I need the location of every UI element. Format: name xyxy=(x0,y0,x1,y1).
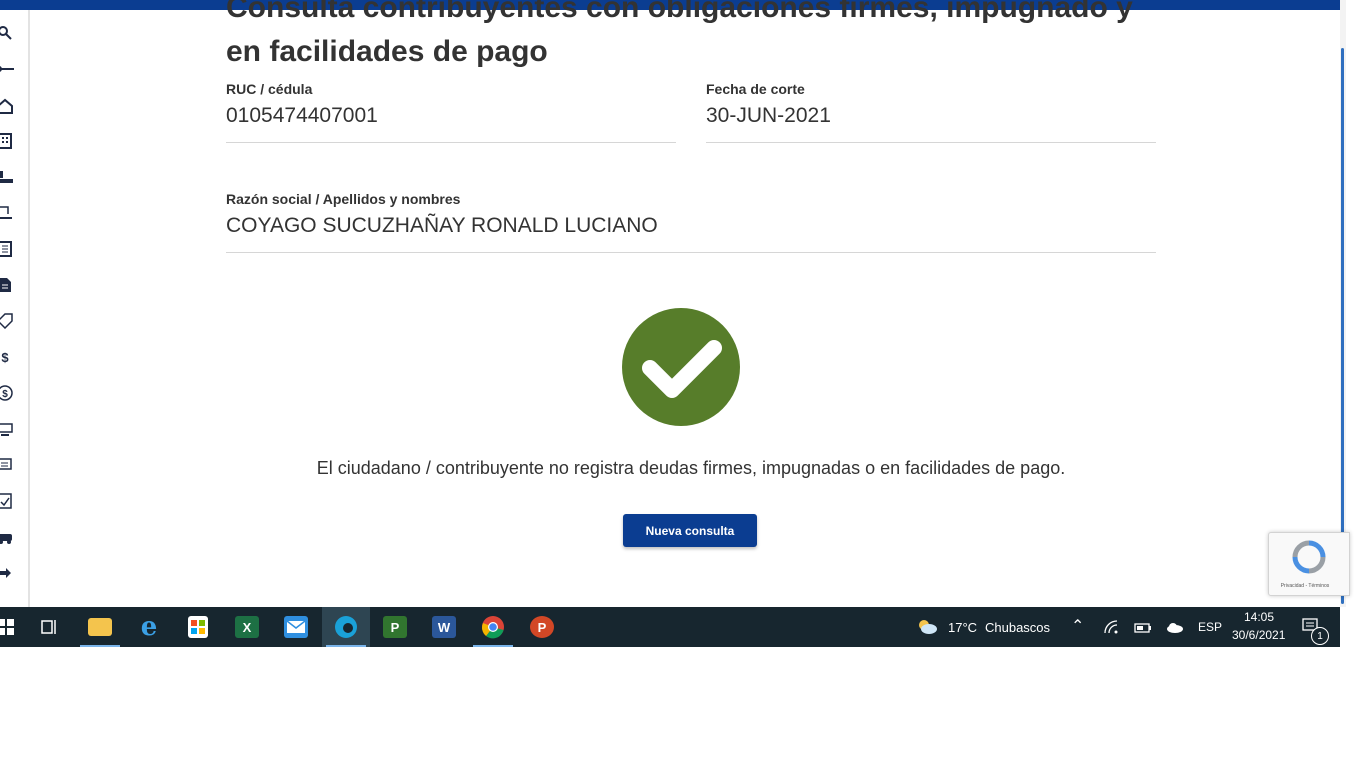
page-title-line2: en facilidades de pago xyxy=(226,35,548,68)
search-icon[interactable] xyxy=(0,24,14,42)
new-query-button[interactable]: Nueva consulta xyxy=(623,514,757,547)
ruc-label: RUC / cédula xyxy=(226,81,313,97)
hand-document-icon[interactable] xyxy=(0,204,14,222)
onedrive-cloud-icon[interactable] xyxy=(1166,621,1184,639)
project-icon[interactable]: P xyxy=(371,607,419,647)
coin-icon[interactable]: $ xyxy=(0,384,14,402)
chrome-icon[interactable] xyxy=(469,607,517,647)
document-list-icon[interactable] xyxy=(0,240,14,258)
page-title-line1: Consulta contribuyentes con obligaciones… xyxy=(226,0,1133,24)
arrow-right-icon[interactable] xyxy=(0,564,14,582)
task-view-icon[interactable] xyxy=(26,607,74,647)
dollar-icon[interactable]: $ xyxy=(0,348,14,366)
fecha-corte-label: Fecha de corte xyxy=(706,81,805,97)
desk-icon[interactable] xyxy=(0,168,14,186)
car-icon[interactable] xyxy=(0,528,14,546)
language-indicator[interactable]: ESP xyxy=(1198,620,1222,634)
recaptcha-badge[interactable]: Privacidad - Términos xyxy=(1268,532,1350,596)
recaptcha-links[interactable]: Privacidad - Términos xyxy=(1269,583,1341,589)
svg-text:$: $ xyxy=(2,389,8,400)
fecha-corte-underline xyxy=(706,142,1156,143)
razon-social-label: Razón social / Apellidos y nombres xyxy=(226,191,461,207)
page-title: Consulta contribuyentes con obligaciones… xyxy=(226,0,1166,74)
clock-time[interactable]: 14:05 xyxy=(1244,610,1274,624)
ruc-underline xyxy=(226,142,676,143)
vehicle-plate-icon[interactable] xyxy=(0,420,14,438)
document-check-icon[interactable] xyxy=(0,492,14,510)
wifi-icon[interactable] xyxy=(1104,620,1118,639)
excel-icon[interactable]: X xyxy=(223,607,271,647)
building-icon[interactable] xyxy=(0,132,14,150)
file-explorer-icon[interactable] xyxy=(76,607,124,647)
weather-desc[interactable]: Chubascos xyxy=(985,620,1050,635)
forms-icon[interactable] xyxy=(0,456,14,474)
mail-icon[interactable] xyxy=(272,607,320,647)
clock-date[interactable]: 30/6/2021 xyxy=(1232,628,1285,642)
edge-icon[interactable] xyxy=(322,607,370,647)
powerpoint-icon[interactable]: P xyxy=(518,607,566,647)
weather-icon[interactable] xyxy=(916,618,938,641)
internet-explorer-icon[interactable]: e xyxy=(125,607,173,647)
notification-count-badge: 1 xyxy=(1311,627,1329,645)
notification-count: 1 xyxy=(1317,630,1323,642)
document-icon[interactable] xyxy=(0,276,14,294)
result-message: El ciudadano / contribuyente no registra… xyxy=(316,458,1066,478)
sidebar: $ $ xyxy=(0,10,30,607)
tag-icon[interactable] xyxy=(0,312,14,330)
razon-social-value: COYAGO SUCUZHAÑAY RONALD LUCIANO xyxy=(226,214,658,237)
show-hidden-icons-chevron-icon[interactable]: ⌃ xyxy=(1071,616,1084,636)
recaptcha-icon xyxy=(1292,540,1326,574)
scrollbar-thumb[interactable] xyxy=(1341,48,1344,604)
check-circle-icon xyxy=(622,308,740,426)
fecha-corte-value: 30-JUN-2021 xyxy=(706,104,831,127)
razon-social-underline xyxy=(226,252,1156,253)
microsoft-store-icon[interactable] xyxy=(174,607,222,647)
battery-icon[interactable] xyxy=(1134,621,1152,639)
ruc-value: 0105474407001 xyxy=(226,104,378,127)
key-icon[interactable] xyxy=(0,60,14,78)
windows-taskbar: e X P W P 17°C Chubascos ⌃ ESP 14:05 30/… xyxy=(0,607,1340,647)
word-icon[interactable]: W xyxy=(420,607,468,647)
house-icon[interactable] xyxy=(0,97,14,115)
weather-temp[interactable]: 17°C xyxy=(948,620,977,635)
